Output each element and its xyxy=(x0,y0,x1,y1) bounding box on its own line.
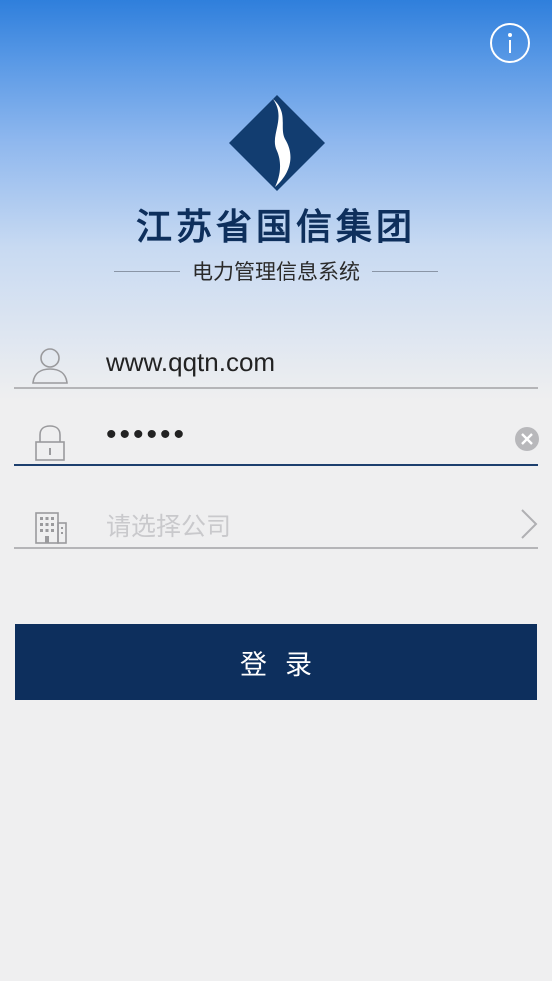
username-field[interactable]: www.qqtn.com xyxy=(14,341,538,389)
lock-icon xyxy=(35,425,65,461)
clear-icon[interactable] xyxy=(514,426,540,452)
building-icon xyxy=(35,512,67,544)
divider-right xyxy=(372,270,438,272)
company-name: 江苏省国信集团 xyxy=(135,206,416,248)
password-value: •••••• xyxy=(106,418,188,451)
divider-left xyxy=(114,270,180,272)
user-icon xyxy=(32,348,68,384)
company-select[interactable]: 请选择公司 xyxy=(14,501,538,549)
system-title-row: 电力管理信息系统 xyxy=(0,255,552,287)
system-title: 电力管理信息系统 xyxy=(192,260,360,284)
chevron-right-icon[interactable] xyxy=(518,507,540,541)
info-icon xyxy=(508,33,512,53)
company-placeholder: 请选择公司 xyxy=(106,512,232,541)
login-button[interactable]: 登录 xyxy=(15,624,537,700)
company-logo xyxy=(229,95,325,191)
password-field[interactable]: •••••• xyxy=(14,418,540,466)
username-value: www.qqtn.com xyxy=(106,347,276,377)
info-button[interactable] xyxy=(490,23,530,63)
